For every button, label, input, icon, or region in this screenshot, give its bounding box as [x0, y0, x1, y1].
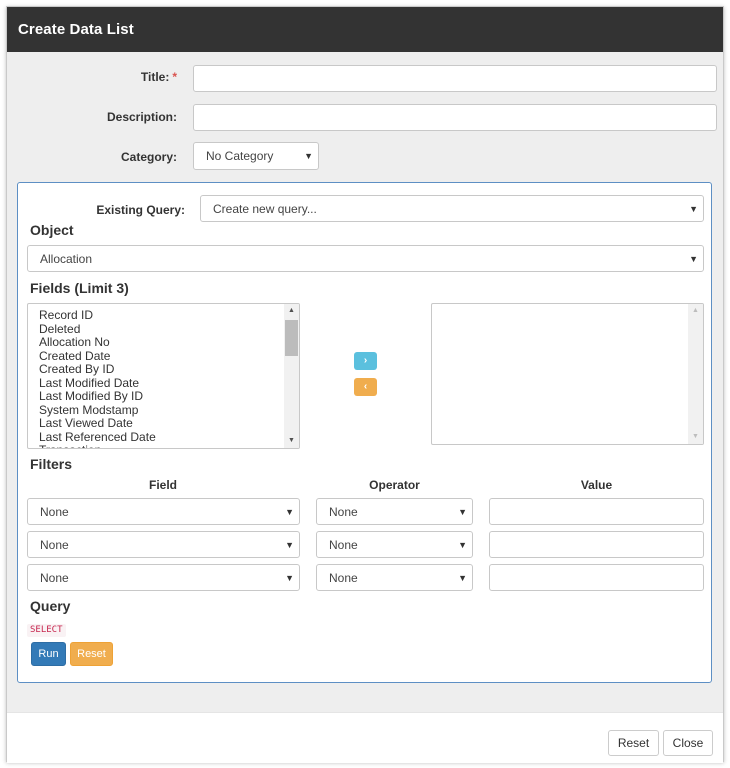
description-input[interactable] [193, 104, 717, 131]
filter-operator-column-header: Operator [369, 478, 420, 492]
filter-operator-select[interactable]: None ▼ [316, 498, 473, 525]
existing-query-select[interactable]: Create new query... ▼ [200, 195, 704, 222]
category-label: Category: [120, 150, 177, 164]
filter-field-value: None [40, 504, 69, 519]
caret-down-icon: ▼ [689, 203, 698, 214]
filter-value-input[interactable] [489, 498, 704, 525]
object-selected-value: Allocation [40, 251, 93, 266]
available-field-option[interactable]: Transaction [39, 443, 156, 448]
caret-down-icon: ▼ [304, 151, 313, 161]
available-field-option[interactable]: Created By ID [39, 362, 156, 377]
available-field-option[interactable]: Last Modified By ID [39, 389, 156, 404]
dialog-body: Title: * Description: Category: No Catego… [7, 52, 723, 712]
scroll-down-icon[interactable]: ▼ [688, 430, 703, 444]
filter-field-value: None [40, 570, 69, 585]
filter-value-input[interactable] [489, 531, 704, 558]
category-select[interactable]: No Category ▼ [193, 142, 319, 170]
reset-query-button[interactable]: Reset [70, 642, 113, 666]
query-builder-panel: Existing Query: Create new query... ▼ Ob… [17, 182, 712, 683]
dialog-header: Create Data List [7, 7, 723, 52]
filter-field-select[interactable]: None ▼ [27, 498, 300, 525]
filters-heading: Filters [30, 456, 73, 472]
filter-field-select[interactable]: None ▼ [27, 564, 300, 591]
available-field-option[interactable]: System Modstamp [39, 403, 156, 418]
filter-value-column-header: Value [580, 478, 613, 492]
filter-value-input[interactable] [489, 564, 704, 591]
filter-field-column-header: Field [148, 478, 177, 492]
dialog-footer: Reset Close [7, 712, 723, 763]
title-label-text: Title: [140, 70, 170, 84]
run-query-button[interactable]: Run [31, 642, 66, 666]
chevron-right-icon: › [363, 355, 368, 366]
caret-down-icon: ▼ [458, 506, 467, 517]
available-fields-scrollbar[interactable]: ▲ ▼ [284, 304, 299, 448]
filter-operator-value: None [329, 570, 358, 585]
selected-fields-scrollbar[interactable]: ▲ ▼ [688, 304, 703, 444]
caret-down-icon: ▼ [285, 539, 294, 550]
available-field-option[interactable]: Last Referenced Date [39, 430, 156, 445]
available-field-option[interactable]: Last Viewed Date [39, 416, 156, 431]
available-field-option[interactable]: Allocation No [39, 335, 156, 350]
object-select[interactable]: Allocation ▼ [27, 245, 704, 272]
category-selected-value: No Category [206, 149, 274, 163]
scroll-thumb[interactable] [285, 320, 298, 356]
available-field-option[interactable]: Deleted [39, 322, 156, 337]
available-fields-items: Record ID Deleted Allocation No Created Dat… [39, 308, 156, 448]
move-right-button[interactable]: › [354, 352, 377, 370]
selected-fields-list[interactable]: ▲ ▼ [431, 303, 704, 445]
scroll-down-icon[interactable]: ▼ [284, 434, 299, 448]
close-button[interactable]: Close [663, 730, 713, 756]
available-field-option[interactable]: Record ID [39, 308, 156, 323]
filter-operator-select[interactable]: None ▼ [316, 531, 473, 558]
scroll-up-icon[interactable]: ▲ [688, 304, 703, 318]
required-asterisk: * [172, 70, 177, 84]
existing-query-label: Existing Query: [96, 203, 185, 217]
object-heading: Object [30, 222, 74, 238]
chevron-left-icon: ‹ [363, 381, 368, 392]
filter-operator-value: None [329, 504, 358, 519]
query-heading: Query [30, 598, 71, 614]
title-label: Title: * [67, 70, 177, 84]
filter-field-select[interactable]: None ▼ [27, 531, 300, 558]
fields-heading: Fields (Limit 3) [30, 280, 129, 296]
caret-down-icon: ▼ [285, 506, 294, 517]
filter-operator-value: None [329, 537, 358, 552]
filter-operator-select[interactable]: None ▼ [316, 564, 473, 591]
filter-field-value: None [40, 537, 69, 552]
create-data-list-dialog: Create Data List Title: * Description: Ca… [6, 6, 724, 763]
dialog-title: Create Data List [18, 21, 134, 38]
caret-down-icon: ▼ [458, 539, 467, 550]
description-label: Description: [106, 110, 177, 124]
move-left-button[interactable]: ‹ [354, 378, 377, 396]
caret-down-icon: ▼ [285, 572, 294, 583]
reset-button[interactable]: Reset [608, 730, 659, 756]
query-text: SELECT [27, 624, 66, 637]
caret-down-icon: ▼ [689, 253, 698, 264]
available-field-option[interactable]: Created Date [39, 349, 156, 364]
available-fields-list[interactable]: Record ID Deleted Allocation No Created Dat… [27, 303, 300, 449]
existing-query-selected-value: Create new query... [213, 201, 317, 216]
caret-down-icon: ▼ [458, 572, 467, 583]
title-input[interactable] [193, 65, 717, 92]
available-field-option[interactable]: Last Modified Date [39, 376, 156, 391]
scroll-up-icon[interactable]: ▲ [284, 304, 299, 318]
